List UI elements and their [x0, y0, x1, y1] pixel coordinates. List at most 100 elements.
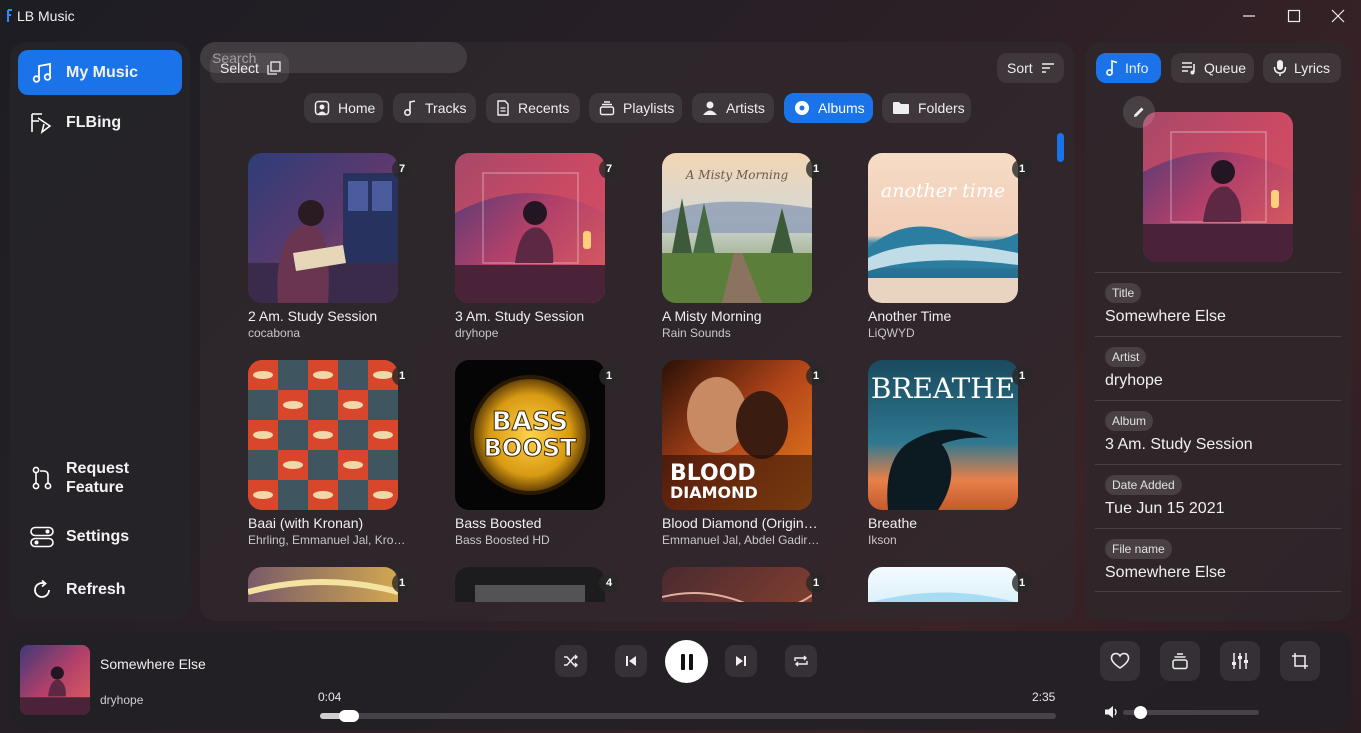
sidebar-item-label: FLBing [66, 114, 122, 131]
sidebar-item-request-feature[interactable]: Request Feature [18, 452, 182, 504]
track-count-badge: 4 [599, 573, 619, 593]
shuffle-icon [564, 654, 578, 668]
track-count-badge: 1 [806, 159, 826, 179]
sidebar-item-label: Refresh [66, 581, 126, 598]
info-tab-queue[interactable]: Queue [1171, 53, 1254, 83]
album-cover: BREATHE [868, 360, 1018, 510]
album-cover: another time [868, 153, 1018, 303]
album-artist: cocabona [248, 326, 301, 340]
previous-button[interactable] [615, 645, 647, 677]
next-button[interactable] [725, 645, 757, 677]
sort-button[interactable]: Sort [997, 53, 1064, 83]
album-artist: Emmanuel Jal, Abdel Gadir Salim [662, 533, 822, 547]
like-button[interactable] [1100, 641, 1140, 681]
album-cover [455, 153, 605, 303]
app-logo-icon [7, 9, 12, 22]
tab-tracks[interactable]: Tracks [393, 93, 476, 123]
info-field-title: Title Somewhere Else [1095, 272, 1341, 336]
repeat-button[interactable] [785, 645, 817, 677]
add-to-playlist-button[interactable] [1160, 641, 1200, 681]
track-count-badge: 1 [599, 366, 619, 386]
tab-label: Home [338, 100, 376, 116]
album-artist: LiQWYD [868, 326, 915, 340]
info-tab-info[interactable]: Info [1096, 53, 1161, 83]
shuffle-button[interactable] [555, 645, 587, 677]
tab-label: Albums [818, 100, 865, 116]
volume-slider[interactable] [1123, 706, 1259, 719]
play-pause-button[interactable] [665, 640, 708, 683]
info-panel: Info Queue Lyrics Title Somewhere Else A… [1085, 42, 1351, 621]
sidebar: My Music FLBing Request Feature Settings… [10, 42, 190, 621]
tab-artists[interactable]: Artists [692, 93, 774, 123]
info-tab-label: Lyrics [1294, 60, 1331, 76]
info-tab-label: Queue [1204, 60, 1247, 76]
minimize-icon [1243, 15, 1255, 17]
select-button[interactable]: Select [210, 53, 289, 83]
cover-text: BASS [492, 407, 568, 437]
tab-albums[interactable]: Albums [784, 93, 873, 123]
album-title: Bass Boosted [455, 515, 542, 531]
track-count-badge: 1 [392, 573, 412, 593]
sidebar-item-label: Settings [66, 528, 130, 545]
music-note-icon [1106, 60, 1118, 76]
field-value: Somewhere Else [1105, 564, 1226, 581]
maximize-icon [1287, 9, 1301, 23]
close-button[interactable] [1315, 0, 1361, 32]
crop-button[interactable] [1280, 641, 1320, 681]
album-cover: A Misty Morning [662, 153, 812, 303]
album-title: Blood Diamond (Original Motion Picture S… [662, 515, 822, 531]
tab-folders[interactable]: Folders [882, 93, 971, 123]
cover-text: BREATHE [871, 372, 1015, 405]
now-playing-artist: dryhope [100, 693, 144, 707]
field-value: dryhope [1105, 372, 1163, 389]
sidebar-item-refresh[interactable]: Refresh [18, 567, 182, 612]
seek-bar[interactable] [320, 710, 1056, 722]
cover-text: A Misty Morning [685, 168, 789, 182]
minimize-button[interactable] [1226, 0, 1272, 32]
album-title: Baai (with Kronan) [248, 515, 364, 531]
equalizer-button[interactable] [1220, 641, 1260, 681]
sort-icon [1041, 63, 1054, 73]
elapsed-time: 0:04 [318, 690, 342, 704]
skip-next-icon [736, 656, 746, 666]
playlist-icon [599, 101, 615, 116]
sidebar-item-my-music[interactable]: My Music [18, 50, 182, 95]
maximize-button[interactable] [1271, 0, 1317, 32]
info-field-artist: Artist dryhope [1095, 336, 1341, 400]
sort-label: Sort [1007, 60, 1033, 76]
tab-playlists[interactable]: Playlists [589, 93, 682, 123]
volume-icon[interactable] [1104, 704, 1120, 720]
info-field-date-added: Date Added Tue Jun 15 2021 [1095, 464, 1341, 528]
volume-slider-thumb[interactable] [1134, 706, 1147, 719]
album-artist: Bass Boosted HD [455, 533, 550, 547]
grid-scrollbar-thumb[interactable] [1057, 133, 1064, 162]
edit-metadata-button[interactable] [1123, 96, 1155, 128]
track-count-badge: 1 [392, 366, 412, 386]
info-tab-lyrics[interactable]: Lyrics [1263, 53, 1341, 83]
album-grid: 7 2 Am. Study Session cocabona 7 3 Am. S… [200, 142, 1075, 602]
album-cover [248, 153, 398, 303]
document-icon [497, 100, 509, 116]
heart-icon [1110, 652, 1130, 669]
now-playing-thumbnail[interactable] [20, 645, 90, 715]
tab-label: Folders [918, 100, 965, 116]
field-value: 3 Am. Study Session [1105, 436, 1253, 453]
tab-home[interactable]: Home [304, 93, 383, 123]
sidebar-item-settings[interactable]: Settings [18, 514, 182, 559]
tab-recents[interactable]: Recents [486, 93, 580, 123]
total-duration: 2:35 [1032, 690, 1056, 704]
app-title: LB Music [17, 8, 75, 24]
now-playing-album-art [1143, 112, 1293, 262]
info-tab-label: Info [1125, 60, 1149, 76]
cover-text: another time [881, 180, 1005, 202]
sidebar-item-flbing[interactable]: FLBing [18, 100, 182, 145]
seek-bar-thumb[interactable] [339, 710, 359, 722]
field-label: Artist [1105, 347, 1147, 367]
skip-previous-icon [626, 656, 636, 666]
album-cover [248, 567, 398, 602]
close-icon [1331, 9, 1345, 23]
queue-icon [1182, 62, 1195, 75]
field-value: Somewhere Else [1105, 308, 1226, 325]
album-artist: Ikson [868, 533, 897, 547]
album-title: 2 Am. Study Session [248, 308, 378, 324]
